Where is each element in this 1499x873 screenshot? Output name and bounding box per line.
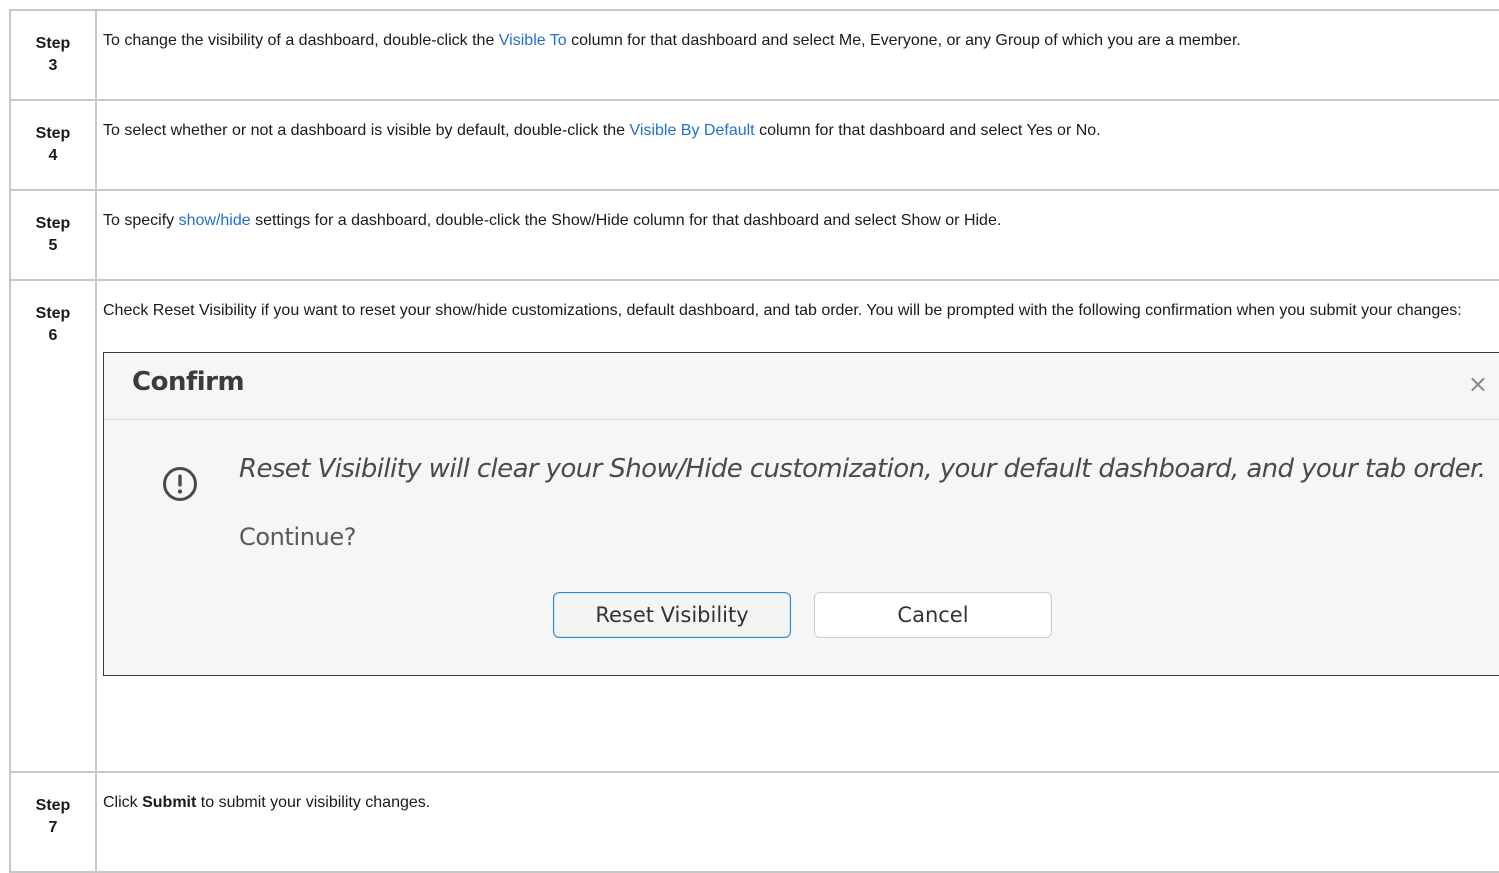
- step-description: Click Submit to submit your visibility c…: [96, 772, 1499, 873]
- step-label-cell: Step 4: [9, 100, 97, 191]
- visible-by-default-link[interactable]: Visible By Default: [630, 122, 755, 139]
- step-label: Step: [35, 215, 71, 232]
- step-label-cell: Step 5: [9, 190, 97, 281]
- step-label-cell: Step 6: [9, 280, 97, 773]
- step-row-4: Step 4 To select whether or not a dashbo…: [9, 100, 1499, 191]
- step-number: 6: [48, 327, 58, 344]
- dialog-body: Reset Visibility will clear your Show/Hi…: [104, 420, 1499, 676]
- step-label-cell: Step 7: [9, 772, 97, 873]
- step-label: Step: [35, 305, 71, 322]
- step-row-5: Step 5 To specify show/hide settings for…: [9, 190, 1499, 281]
- steps-table: Step 3 To change the visibility of a das…: [9, 9, 1499, 873]
- submit-label: Submit: [142, 794, 197, 811]
- step-label-cell: Step 3: [9, 10, 97, 101]
- step-number: 7: [48, 819, 58, 836]
- close-icon[interactable]: ×: [1468, 372, 1488, 396]
- cancel-button[interactable]: Cancel: [814, 592, 1052, 638]
- step-label: Step: [35, 797, 71, 814]
- step-row-6: Step 6 Check Reset Visibility if you wan…: [9, 280, 1499, 773]
- step-description: To select whether or not a dashboard is …: [96, 100, 1499, 191]
- show-hide-link[interactable]: show/hide: [179, 212, 251, 229]
- reset-visibility-button[interactable]: Reset Visibility: [553, 592, 791, 638]
- step-row-3: Step 3 To change the visibility of a das…: [9, 10, 1499, 101]
- step-number: 5: [48, 237, 58, 254]
- step-description: Check Reset Visibility if you want to re…: [96, 280, 1499, 773]
- step-number: 3: [48, 57, 58, 74]
- step-description: To change the visibility of a dashboard,…: [96, 10, 1499, 101]
- dialog-question: Continue?: [239, 523, 357, 551]
- step-description: To specify show/hide settings for a dash…: [96, 190, 1499, 281]
- step-label: Step: [35, 35, 71, 52]
- dialog-message: Reset Visibility will clear your Show/Hi…: [239, 454, 1486, 484]
- step-number: 4: [48, 147, 58, 164]
- dialog-header: Confirm ×: [104, 353, 1499, 420]
- warning-circle-icon: [163, 467, 197, 501]
- step-row-7: Step 7 Click Submit to submit your visib…: [9, 772, 1499, 873]
- confirm-dialog-screenshot: Confirm × Reset Visibility will clear yo…: [103, 352, 1499, 676]
- visible-to-link[interactable]: Visible To: [499, 32, 567, 49]
- dialog-title: Confirm: [132, 367, 245, 397]
- step-label: Step: [35, 125, 71, 142]
